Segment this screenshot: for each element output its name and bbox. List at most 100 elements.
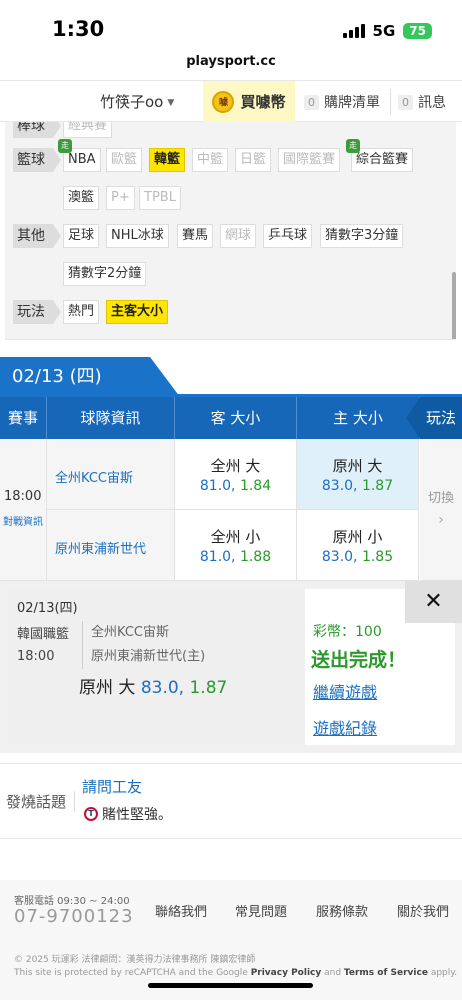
- chip-guess3[interactable]: 猜數字3分鐘: [320, 224, 404, 248]
- popup-date: 02/13(四): [17, 601, 78, 616]
- chip-aus[interactable]: 澳籃: [63, 186, 100, 210]
- chip-horse[interactable]: 賽馬: [177, 224, 214, 248]
- chip-home-away-total[interactable]: 主客大小: [106, 300, 169, 324]
- hot-topic-label: 發燒話題: [6, 791, 76, 812]
- walk-badge: 走: [58, 139, 72, 153]
- caret-down-icon: ▼: [167, 98, 175, 108]
- header-event: 賽事: [0, 397, 47, 439]
- chip-euro[interactable]: 歐籃: [106, 148, 143, 172]
- recaptcha-text: This site is protected by reCAPTCHA and …: [14, 968, 248, 978]
- chip-classic[interactable]: 經典賽: [63, 122, 113, 138]
- home-team-name[interactable]: 原州東浦新世代: [47, 510, 175, 581]
- top-nav: 竹筷子oo ▼ 噱 買噱幣 0 購牌清單 0 訊息: [0, 80, 462, 122]
- privacy-policy-link[interactable]: Privacy Policy: [251, 968, 322, 978]
- cart-link[interactable]: 0 購牌清單: [304, 92, 380, 112]
- pick-label: 原州 大: [79, 678, 136, 698]
- chip-soccer[interactable]: 足球: [63, 224, 100, 248]
- chip-intl[interactable]: 國際籃賽: [278, 148, 341, 172]
- away-under-option[interactable]: 全州 小 81.0, 1.88: [175, 510, 297, 581]
- chip-korea[interactable]: 韓籃: [149, 148, 186, 172]
- service-hours: 客服電話 09:30 ~ 24:00: [14, 896, 130, 907]
- footer-contact-link[interactable]: 聯絡我們: [155, 901, 207, 920]
- signal-icon: [342, 24, 365, 38]
- odds-table-header: 賽事 球隊資訊 客 大小 主 大小 玩法: [0, 397, 462, 439]
- away-team-name[interactable]: 全州KCC宙斯: [47, 439, 175, 510]
- status-bar: 1:30 5G 75: [0, 0, 462, 54]
- status-time: 1:30: [52, 17, 105, 41]
- event-time: 18:00: [4, 489, 42, 504]
- filter-label-mode: 玩法: [13, 300, 61, 324]
- date-band: 02/13 (四): [0, 357, 462, 397]
- bet-confirmation-panel: 02/13(四) 韓國職籃 18:00 全州KCC宙斯 原州東浦新世代(主) 原…: [7, 581, 462, 745]
- continue-game-link[interactable]: 繼續遊戲: [313, 679, 377, 703]
- url-bar[interactable]: playsport.cc: [0, 54, 462, 76]
- network-type: 5G: [372, 22, 396, 40]
- buy-coins-button[interactable]: 噱 買噱幣: [203, 81, 295, 122]
- option-label: 全州 大: [210, 457, 261, 475]
- hot-topic-section: 發燒話題 請問工友 T 賭性堅強。: [0, 763, 462, 839]
- close-icon[interactable]: ✕: [405, 581, 462, 623]
- team-logo-icon: T: [84, 807, 98, 821]
- chip-pingpong[interactable]: 乒乓球: [263, 224, 313, 248]
- username: 竹筷子oo: [100, 93, 164, 111]
- option-line: 81.0: [199, 549, 232, 565]
- chip-guess2[interactable]: 猜數字2分鐘: [63, 262, 147, 286]
- matchup-info-link[interactable]: 對戰資訊: [3, 513, 43, 528]
- popup-team-home: 原州東浦新世代(主): [91, 649, 206, 664]
- option-label: 原州 小: [332, 528, 383, 546]
- messages-link[interactable]: 0 訊息: [398, 92, 446, 112]
- filter-label-basketball: 籃球: [13, 148, 61, 172]
- header-play-type: 玩法: [406, 397, 462, 439]
- home-over-option[interactable]: 原州 大 83.0, 1.87: [297, 439, 419, 510]
- switch-label: 切換: [427, 491, 454, 506]
- chip-tennis[interactable]: 網球: [220, 224, 257, 248]
- footer-terms-link[interactable]: 服務條款: [316, 901, 368, 920]
- odds-table-row: 18:00 對戰資訊 全州KCC宙斯 原州東浦新世代 全州 大 81.0, 1.…: [0, 439, 462, 581]
- footer-faq-link[interactable]: 常見問題: [235, 901, 287, 920]
- snippet-text: 賭性堅強。: [102, 807, 172, 823]
- option-label: 全州 小: [210, 528, 261, 546]
- chip-tpbl[interactable]: TPBL: [139, 186, 181, 210]
- option-odds: 1.88: [239, 549, 272, 565]
- user-menu[interactable]: 竹筷子oo ▼: [100, 91, 174, 112]
- switch-play-button[interactable]: 切換 ›: [420, 439, 462, 581]
- recaptcha-notice: This site is protected by reCAPTCHA and …: [14, 968, 457, 978]
- recaptcha-apply: apply.: [430, 968, 458, 978]
- option-odds: 1.87: [361, 478, 394, 494]
- footer-about-link[interactable]: 關於我們: [397, 901, 449, 920]
- home-indicator[interactable]: [148, 983, 313, 988]
- header-away-total: 客 大小: [175, 397, 297, 439]
- chip-label: 綜合籃賽: [356, 152, 409, 167]
- footer: 客服電話 09:30 ~ 24:00 07-9700123 聯絡我們 常見問題 …: [0, 880, 462, 1000]
- chip-china[interactable]: 中籃: [192, 148, 229, 172]
- chip-nhl[interactable]: NHL冰球: [106, 224, 169, 248]
- popup-teams: 全州KCC宙斯 原州東浦新世代(主): [82, 621, 205, 669]
- coins-balance: 彩幣：100: [313, 624, 382, 640]
- home-under-option[interactable]: 原州 小 83.0, 1.85: [297, 510, 419, 581]
- option-line: 81.0: [199, 478, 232, 494]
- terms-of-service-link[interactable]: Terms of Service: [344, 968, 428, 978]
- option-line: 83.0: [321, 478, 354, 494]
- header-team-info: 球隊資訊: [47, 397, 175, 439]
- popup-pick: 原州 大 83.0, 1.87: [79, 673, 227, 698]
- chip-hot[interactable]: 熱門: [63, 300, 100, 324]
- chip-pplus[interactable]: P+: [106, 186, 135, 210]
- date-tab: 02/13 (四): [0, 357, 180, 397]
- coin-icon: 噱: [212, 90, 235, 113]
- chip-nba[interactable]: 走 NBA: [58, 139, 101, 172]
- game-history-link[interactable]: 遊戲紀錄: [313, 715, 377, 739]
- chip-mixed[interactable]: 走綜合籃賽: [346, 139, 414, 172]
- popup-league: 韓國職籃: [17, 627, 70, 642]
- recaptcha-and: and: [324, 968, 342, 978]
- copyright: © 2025 玩運彩 法律顧問：漢英得力法律事務所 陳鎮宏律師: [14, 955, 256, 965]
- scrollbar[interactable]: [452, 272, 456, 339]
- chip-japan[interactable]: 日籃: [235, 148, 272, 172]
- hot-topic-snippet[interactable]: T 賭性堅強。: [84, 804, 172, 824]
- event-time-cell: 18:00 對戰資訊: [0, 439, 47, 581]
- header-home-total: 主 大小: [297, 397, 420, 439]
- away-over-option[interactable]: 全州 大 81.0, 1.84: [175, 439, 297, 510]
- option-label: 原州 大: [332, 457, 383, 475]
- buy-coins-label: 買噱幣: [240, 93, 286, 111]
- message-count: 0: [398, 94, 413, 110]
- hot-topic-title[interactable]: 請問工友: [82, 776, 142, 797]
